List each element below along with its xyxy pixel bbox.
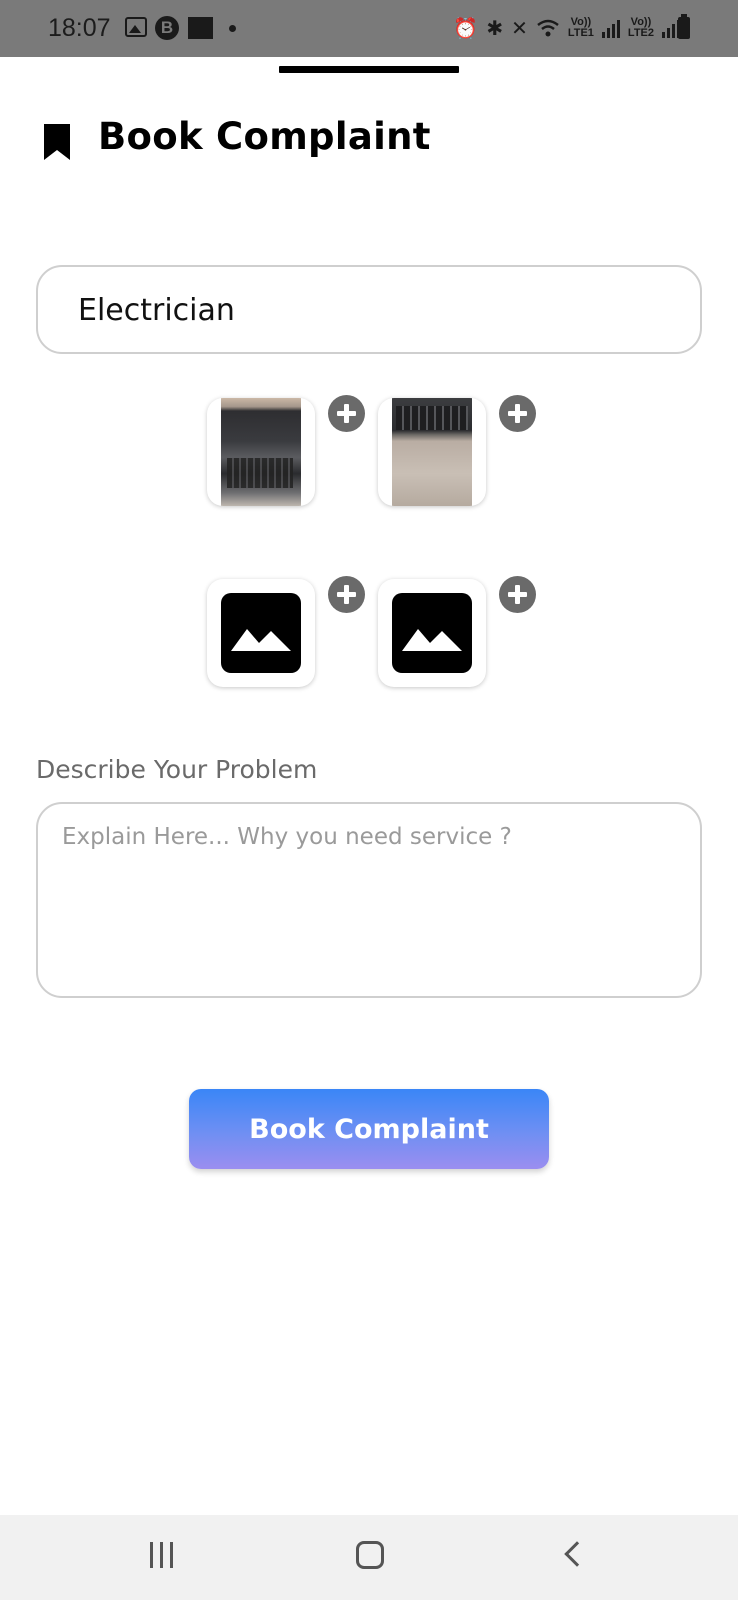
service-field[interactable]: Electrician [36,265,702,354]
image-placeholder-icon [221,593,301,673]
describe-field[interactable] [36,802,702,998]
plus-icon[interactable] [328,576,365,613]
image-tile-4[interactable] [378,579,486,687]
alarm-icon: ⏰ [453,16,479,40]
b-app-icon: B [155,16,179,40]
signal-icon [601,18,620,38]
nav-bar [0,1515,738,1600]
plus-icon[interactable] [499,576,536,613]
sim1-label: Vo)) LTE1 [567,16,594,39]
bookmark-icon [44,124,70,160]
back-icon[interactable] [564,1541,590,1567]
image-placeholder-icon [392,593,472,673]
dot-icon [229,25,236,32]
status-icons: ⏰ ✱ ✕ Vo)) LTE1 Vo)) LTE2 [453,14,680,42]
status-time: 18:07 [48,14,111,42]
drag-indicator [279,66,459,73]
bluetooth-icon: ✱ [486,16,504,40]
laptop-photo [221,398,301,506]
image-tile-2[interactable] [378,398,486,506]
page-title: Book Complaint [98,115,431,158]
home-icon[interactable] [356,1541,384,1569]
app-icon [188,17,213,39]
keyboard-photo [392,398,472,506]
book-complaint-button[interactable]: Book Complaint [189,1089,549,1169]
plus-icon[interactable] [499,395,536,432]
describe-label: Describe Your Problem [36,755,318,784]
plus-icon[interactable] [328,395,365,432]
wifi-icon [537,19,559,37]
status-bar: 18:07 B ⏰ ✱ ✕ Vo)) LTE1 Vo)) LTE2 [0,0,738,57]
gallery-icon [125,17,147,37]
image-tile-3[interactable] [207,579,315,687]
describe-input[interactable] [62,824,674,974]
service-value: Electrician [78,293,235,328]
mute-icon: ✕ [511,16,528,40]
image-tile-1[interactable] [207,398,315,506]
sim2-label: Vo)) LTE2 [627,16,654,39]
recent-apps-icon[interactable] [150,1542,176,1568]
battery-icon [678,14,690,39]
